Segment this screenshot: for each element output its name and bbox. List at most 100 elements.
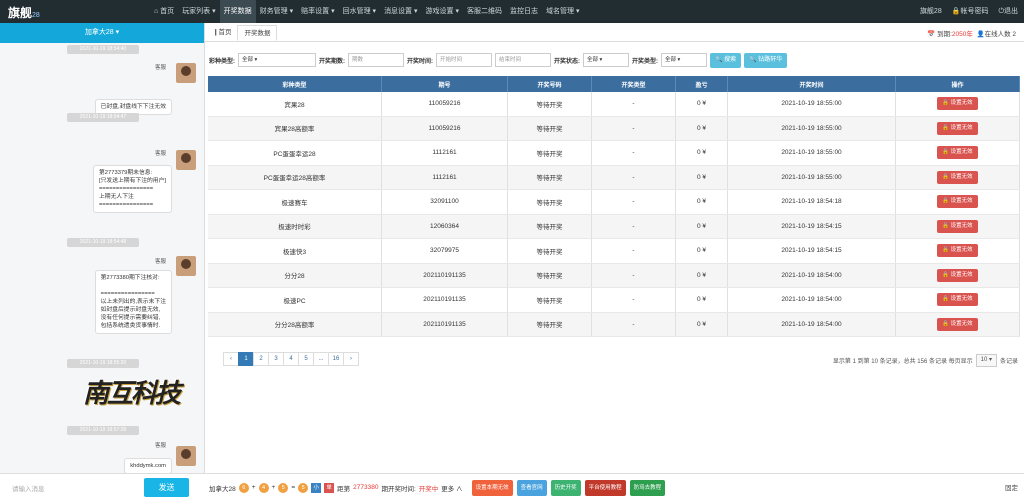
message-timestamp: 2021-10-19 18:54:40 — [67, 45, 139, 54]
set-invalid-button[interactable]: 🔒 设置无效 — [937, 121, 978, 135]
table-cell: 2021-10-19 18:54:00 — [728, 263, 896, 287]
page-link[interactable]: 1 — [238, 352, 254, 366]
tab-draw-data[interactable]: 开奖数据 — [237, 25, 278, 41]
set-invalid-button[interactable]: 🔒 设置无效 — [937, 244, 978, 258]
menu-odds[interactable]: 赔率设置 ▾ — [297, 0, 338, 23]
message-sender: 客服 — [154, 65, 166, 71]
set-invalid-button[interactable]: 🔒 设置无效 — [937, 146, 978, 160]
table-cell: 12060364 — [382, 214, 508, 238]
bottom-action-button[interactable]: 防骂去教程 — [629, 479, 666, 496]
bottom-action-button[interactable]: 设置本期无效 — [471, 479, 513, 496]
table-cell: 🔒 设置无效 — [896, 190, 1020, 214]
table-cell: 0 ¥ — [676, 239, 728, 263]
pagination: ‹ 1 2 3 4 5... 16 › — [223, 352, 359, 366]
table-cell: - — [592, 165, 676, 189]
table-cell: PC蛋蛋幸运28 — [208, 141, 382, 165]
app-logo[interactable]: 旗舰28 — [8, 4, 40, 21]
table-cell: 等待开奖 — [508, 141, 592, 165]
message-timestamp: 2021-10-19 18:55:20 — [67, 359, 139, 368]
set-invalid-button[interactable]: 🔒 设置无效 — [937, 268, 978, 282]
menu-messages[interactable]: 消息设置 ▾ — [380, 0, 421, 23]
refresh-button[interactable]: 🔍 钻路轩华 — [744, 52, 788, 68]
set-invalid-button[interactable]: 🔒 设置无效 — [937, 170, 978, 184]
table-cell: 110059216 — [382, 116, 508, 140]
chat-input[interactable]: 请输入消息 — [12, 483, 45, 493]
menu-rebate[interactable]: 回水管理 ▾ — [339, 0, 380, 23]
set-invalid-button[interactable]: 🔒 设置无效 — [937, 293, 978, 307]
page-link[interactable]: 4 — [283, 352, 299, 366]
tab-home[interactable]: ❙首页 — [207, 25, 237, 41]
table-cell: 32079975 — [382, 239, 508, 263]
search-button[interactable]: 🔍 搜索 — [710, 52, 742, 68]
table-cell: 等待开奖 — [508, 312, 592, 336]
page-size-select[interactable]: 10 ▾ — [975, 354, 997, 367]
bottom-bar: 加拿大28 6 + 4 + 5 = 5 小 单 距第 2773380 期开奖时间… — [205, 473, 1024, 501]
message-timestamp: 2021-10-19 18:57:28 — [67, 426, 139, 435]
menu-domains[interactable]: 域名管理 ▾ — [542, 0, 583, 23]
table-cell: 等待开奖 — [508, 288, 592, 312]
main-menu: ⌂ 首页 玩家列表 ▾ 开奖数据 财务管理 ▾ 赔率设置 ▾ 回水管理 ▾ 消息… — [150, 0, 583, 23]
table-cell: 等待开奖 — [508, 263, 592, 287]
menu-game-settings[interactable]: 游戏设置 ▾ — [422, 0, 463, 23]
more-toggle[interactable]: 更多 ∧ — [441, 483, 462, 493]
page-link[interactable]: ‹ — [223, 352, 239, 366]
bottom-action-button[interactable]: 查看官网 — [516, 479, 547, 496]
page-link[interactable]: 2 — [253, 352, 269, 366]
table-row: 宾果28 110059216 等待开奖 -0 ¥2021-10-19 18:55:00… — [208, 92, 1020, 117]
password-link[interactable]: 🔒帐号密码 — [952, 0, 989, 23]
table-cell: 32091100 — [382, 190, 508, 214]
status-info: 📅 到期:2050年 👤在线人数 2 — [927, 31, 1016, 38]
message-sender: 客服 — [154, 259, 166, 265]
set-invalid-button[interactable]: 🔒 设置无效 — [937, 317, 978, 331]
table-cell: 0 ¥ — [676, 288, 728, 312]
logout-link[interactable]: ⏻退出 — [998, 0, 1018, 23]
user-name[interactable]: 旗舰28 — [920, 0, 942, 23]
set-invalid-button[interactable]: 🔒 设置无效 — [937, 219, 978, 233]
end-time-input[interactable]: 结束时间 — [495, 53, 551, 67]
chat-messages: 2021-10-19 18:54:40 客服 已封盘,封盘线下下注无效 2021… — [0, 43, 204, 473]
page-link[interactable]: 5 — [298, 352, 314, 366]
page-link[interactable]: ... — [313, 352, 329, 366]
table-cell: PC蛋蛋幸运28高额率 — [208, 165, 382, 189]
send-button[interactable]: 发送 — [144, 478, 189, 497]
table-cell: - — [592, 190, 676, 214]
table-cell: 0 ¥ — [676, 263, 728, 287]
chat-input-bar: 请输入消息 发送 — [0, 473, 205, 501]
main-content: ❙首页 开奖数据 📅 到期:2050年 👤在线人数 2 彩种类型: 全部 ▾ 开… — [205, 23, 1024, 473]
menu-finance[interactable]: 财务管理 ▾ — [256, 0, 297, 23]
table-cell: - — [592, 214, 676, 238]
page-link[interactable]: › — [343, 352, 359, 366]
online-count: 在线人数 2 — [984, 31, 1016, 38]
page-link[interactable]: 16 — [328, 352, 344, 366]
issue-input[interactable]: 期数 — [348, 53, 404, 67]
set-invalid-button[interactable]: 🔒 设置无效 — [937, 97, 978, 111]
start-time-input[interactable]: 开始时间 — [436, 53, 492, 67]
table-cell: 🔒 设置无效 — [896, 214, 1020, 238]
bottom-action-button[interactable]: 平台使用教程 — [584, 479, 626, 496]
table-cell: 202110191135 — [382, 288, 508, 312]
draw-type-select[interactable]: 全部 ▾ — [661, 53, 707, 67]
game-name: 加拿大28 — [209, 485, 236, 493]
page-link[interactable]: 3 — [268, 352, 284, 366]
bottom-action-button[interactable]: 历史开奖 — [550, 479, 581, 496]
table-cell: 等待开奖 — [508, 214, 592, 238]
status-select[interactable]: 全部 ▾ — [583, 53, 629, 67]
menu-home[interactable]: ⌂ 首页 — [150, 0, 178, 23]
fix-toggle[interactable]: 固定 — [1005, 482, 1018, 492]
table-cell: 0 ¥ — [676, 312, 728, 336]
game-selector[interactable]: 加拿大28 ▾ — [0, 23, 204, 43]
table-row: 分分28高额率 202110191135 等待开奖 -0 ¥2021-10-19 18… — [208, 312, 1020, 337]
menu-players[interactable]: 玩家列表 ▾ — [178, 0, 219, 23]
draw-state: 开奖中 — [418, 485, 439, 493]
set-invalid-button[interactable]: 🔒 设置无效 — [937, 195, 978, 209]
menu-qrcode[interactable]: 客服二维码 — [463, 0, 506, 23]
message-timestamp: 2021-10-19 18:54:48 — [67, 238, 139, 247]
menu-logs[interactable]: 监控日志 — [506, 0, 542, 23]
lottery-type-select[interactable]: 全部 ▾ — [238, 53, 316, 67]
avatar — [176, 256, 196, 276]
small-badge: 小 — [311, 482, 322, 493]
menu-draw-data[interactable]: 开奖数据 — [219, 0, 256, 23]
table-cell: 0 ¥ — [676, 165, 728, 189]
table-cell: - — [592, 312, 676, 336]
result-ball: 6 — [238, 482, 249, 493]
